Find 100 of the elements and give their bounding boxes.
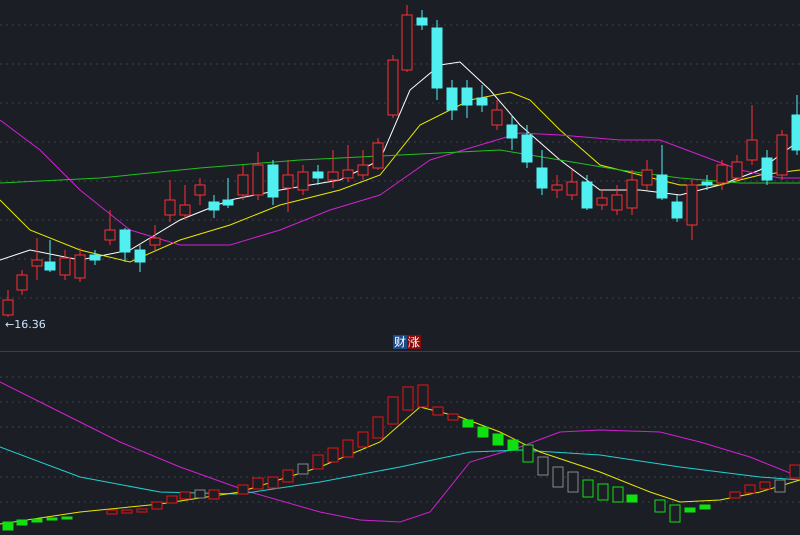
indicator-bar	[46, 518, 58, 520]
candlestick	[702, 174, 712, 190]
indicator-bar	[448, 414, 458, 420]
indicator-bar	[106, 510, 118, 514]
candlestick	[492, 100, 502, 130]
indicator-bar	[372, 416, 384, 438]
candlestick	[626, 170, 638, 216]
indicator-bar	[194, 490, 206, 498]
indicator-bar	[612, 486, 624, 502]
candlestick	[90, 250, 100, 266]
candlestick	[552, 174, 562, 198]
candlestick	[746, 104, 758, 166]
indicator-bar	[268, 476, 278, 488]
indicator-bar	[312, 454, 324, 470]
indicator-bar	[568, 472, 578, 492]
indicator-bar	[166, 496, 178, 504]
candlestick	[268, 160, 278, 206]
indicator-bar	[252, 478, 264, 490]
indicator-bar	[598, 484, 608, 500]
indicator-bar	[136, 508, 148, 512]
candlestick	[222, 178, 234, 208]
indicator-bar	[522, 444, 534, 462]
indicator-bar	[760, 482, 770, 490]
indicator-bar	[654, 500, 666, 512]
candlestick	[372, 138, 384, 170]
indicator-bar	[684, 508, 696, 512]
candlestick	[2, 290, 14, 317]
candlestick	[134, 244, 146, 272]
indicator-bar	[298, 464, 308, 474]
indicator-bar	[402, 386, 414, 410]
indicator-bar	[508, 440, 518, 450]
candlestick	[238, 164, 248, 200]
candlestick	[596, 190, 608, 210]
candlestick	[476, 84, 488, 112]
indicator-bar	[774, 480, 786, 492]
candlestick	[104, 210, 116, 246]
candlestick	[32, 238, 42, 280]
candlestick	[194, 178, 206, 206]
candlestick	[536, 150, 548, 196]
candlestick	[462, 80, 472, 118]
indicator-title: 财	[393, 335, 407, 349]
candlestick	[416, 10, 428, 30]
candlestick	[642, 160, 652, 190]
candlestick	[342, 144, 354, 182]
indicator-bar	[2, 522, 14, 530]
indicator-bar	[358, 432, 368, 448]
candlestick	[298, 164, 308, 196]
indicator-bar	[62, 516, 72, 520]
candlestick	[164, 180, 176, 222]
candlestick	[402, 4, 412, 72]
candlestick	[446, 80, 458, 120]
indicator-bar	[180, 492, 190, 500]
indicator-bar	[152, 502, 162, 510]
candlestick	[252, 152, 264, 200]
candlestick	[328, 150, 338, 188]
indicator-bar	[462, 420, 474, 428]
candlestick	[180, 184, 190, 220]
indicator-bar	[538, 456, 548, 476]
candlestick	[44, 240, 56, 272]
indicator-bar	[328, 448, 338, 462]
indicator-bar	[282, 470, 294, 482]
candlestick	[686, 180, 698, 240]
candlestick	[672, 194, 682, 222]
candlestick	[74, 248, 86, 282]
indicator-bar	[552, 466, 564, 488]
indicator-title: 涨	[407, 335, 421, 349]
candlestick	[792, 94, 800, 156]
candlestick	[732, 154, 742, 182]
candlestick	[16, 270, 28, 296]
low-price-label: ←16.36	[5, 318, 46, 332]
candlestick	[656, 144, 668, 200]
indicator-bar	[582, 480, 594, 498]
indicator-bar	[16, 520, 28, 526]
candlestick	[60, 250, 70, 280]
candlestick	[358, 150, 368, 180]
candlestick	[776, 130, 788, 180]
candlestick	[566, 170, 578, 200]
indicator-bar	[208, 490, 220, 500]
candlestick	[150, 224, 160, 250]
candlestick	[522, 124, 532, 168]
indicator-bar	[700, 504, 710, 510]
candlestick	[762, 150, 772, 186]
candlestick	[312, 164, 324, 186]
candlestick	[208, 194, 220, 218]
candlestick	[282, 160, 294, 212]
candlestick	[388, 54, 398, 118]
candlestick	[612, 184, 622, 216]
candlestick	[506, 114, 518, 150]
indicator-bar	[388, 396, 398, 424]
indicator-bar	[122, 510, 132, 514]
indicator-bar	[626, 494, 638, 502]
indicator-bar	[418, 384, 428, 408]
indicator-bar	[492, 434, 504, 446]
indicator-bar	[478, 426, 488, 438]
candlestick	[582, 174, 592, 210]
indicator-bar	[342, 440, 354, 458]
indicator-bar	[432, 406, 444, 416]
candlestick	[716, 160, 728, 190]
indicator-bar	[670, 504, 680, 522]
indicator-bar	[744, 484, 756, 494]
